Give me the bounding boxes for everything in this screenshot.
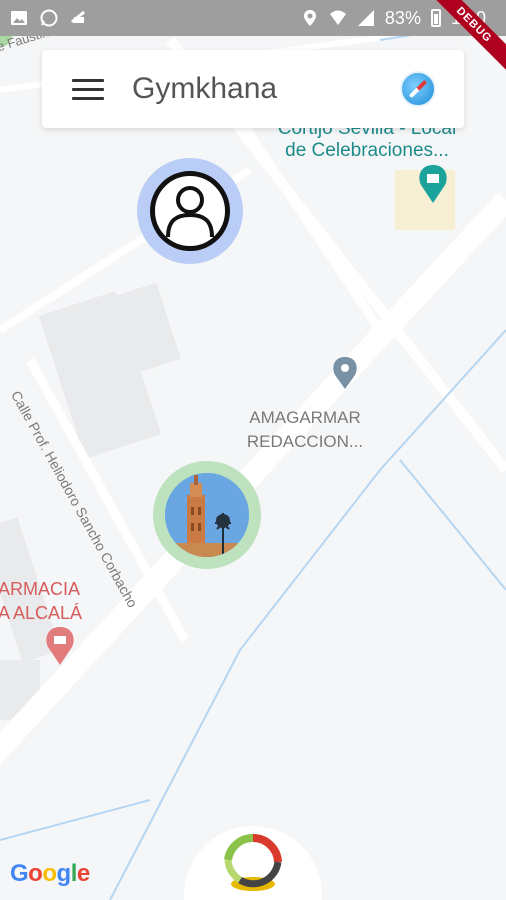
status-icons-left xyxy=(10,9,88,27)
signal-icon xyxy=(357,10,374,26)
app-bar: Gymkhana xyxy=(42,50,464,128)
notification-off-icon xyxy=(71,10,85,24)
poi-label-line2: A ALCALÁ xyxy=(0,603,83,623)
place-photo-marker[interactable] xyxy=(153,461,261,569)
giralda-photo xyxy=(165,473,249,557)
wifi-icon xyxy=(329,10,346,25)
page-title: Gymkhana xyxy=(132,72,278,105)
image-icon xyxy=(11,11,27,25)
poi-label-line2: de Celebraciones... xyxy=(285,140,449,161)
user-location-marker[interactable] xyxy=(137,158,243,264)
location-icon xyxy=(303,10,316,26)
poi-label-line2: REDACCION... xyxy=(246,432,364,451)
google-attribution[interactable]: Google xyxy=(10,860,90,888)
whatsapp-icon xyxy=(40,9,58,27)
map-view[interactable]: e Faustino Gutiérrez A Cortijo Sevilla -… xyxy=(0,0,506,900)
poi-label-amagarmar[interactable]: AMAGARMAR REDACCION... xyxy=(240,406,370,454)
status-bar: 83% 1:10 DEBUG xyxy=(0,0,506,74)
menu-icon[interactable] xyxy=(72,74,108,104)
app-logo-icon xyxy=(224,833,282,891)
person-icon xyxy=(150,171,230,251)
poi-label-line1: ARMACIA xyxy=(0,579,81,599)
compass-icon[interactable] xyxy=(400,71,436,107)
poi-label-pharmacy[interactable]: ARMACIA A ALCALÁ xyxy=(0,577,82,625)
poi-label-line1: AMAGARMAR xyxy=(249,408,361,427)
